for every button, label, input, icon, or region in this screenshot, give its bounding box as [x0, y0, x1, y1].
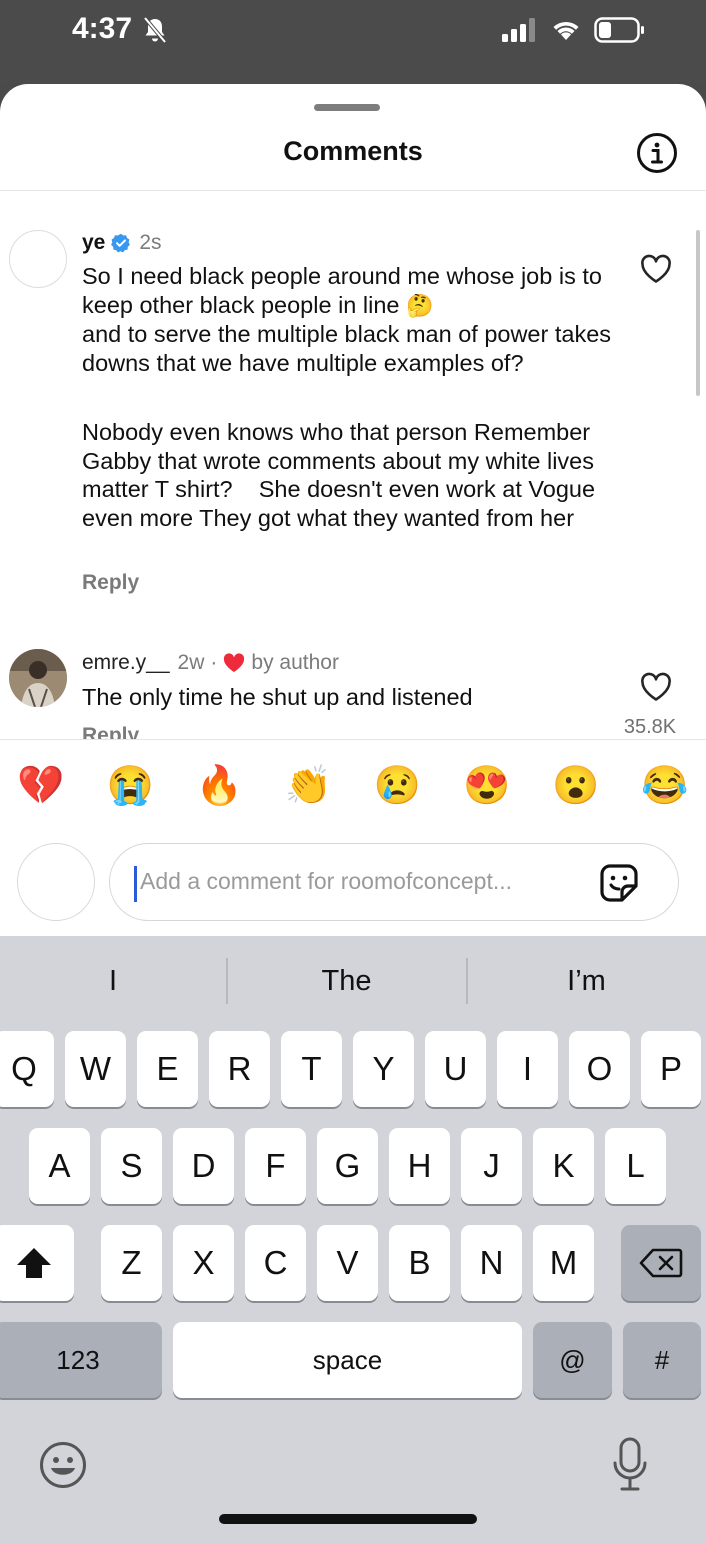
- comment-text-part: and to serve the multiple black man of p…: [82, 321, 612, 377]
- heart-icon[interactable]: [640, 254, 672, 284]
- key-t[interactable]: T: [281, 1031, 342, 1107]
- key-b[interactable]: B: [389, 1225, 450, 1301]
- quick-reactions: 💔 😭 🔥 👏 😢 😍 😮 😂: [0, 764, 706, 808]
- thinking-emoji-icon: 🤔: [406, 292, 434, 318]
- key-i[interactable]: I: [497, 1031, 558, 1107]
- header-divider: [0, 190, 706, 191]
- info-icon[interactable]: [636, 132, 678, 174]
- comment-username[interactable]: ye: [82, 231, 105, 255]
- key-p[interactable]: P: [641, 1031, 701, 1107]
- key-k[interactable]: K: [533, 1128, 594, 1204]
- status-time: 4:37: [72, 12, 133, 45]
- key-v[interactable]: V: [317, 1225, 378, 1301]
- surprised-face-reaction[interactable]: 😮: [551, 764, 601, 808]
- comments-sheet: Comments ye 2s So I need black people ar…: [0, 84, 706, 936]
- separator-dot: ·: [210, 651, 218, 674]
- key-m[interactable]: M: [533, 1225, 594, 1301]
- home-indicator[interactable]: [219, 1514, 477, 1524]
- key-l[interactable]: L: [605, 1128, 666, 1204]
- prediction-suggestion[interactable]: The: [227, 936, 466, 1026]
- key-q[interactable]: Q: [0, 1031, 54, 1107]
- delete-icon: [639, 1248, 683, 1278]
- crying-face-reaction[interactable]: 😭: [105, 764, 155, 808]
- battery-icon: [594, 17, 644, 43]
- key-c[interactable]: C: [245, 1225, 306, 1301]
- avatar[interactable]: [9, 649, 67, 707]
- comment-input[interactable]: Add a comment for roomofconcept...: [109, 843, 679, 921]
- clapping-reaction[interactable]: 👏: [283, 764, 333, 808]
- delete-key[interactable]: [621, 1225, 701, 1301]
- key-u[interactable]: U: [425, 1031, 486, 1107]
- key-y[interactable]: Y: [353, 1031, 414, 1107]
- reactions-divider: [0, 739, 706, 740]
- comment-header: emre.y__ 2w · by author: [82, 651, 339, 675]
- key-j[interactable]: J: [461, 1128, 522, 1204]
- key-r[interactable]: R: [209, 1031, 270, 1107]
- sticker-icon[interactable]: [596, 860, 642, 906]
- shift-key[interactable]: [0, 1225, 74, 1301]
- signal-icon: [502, 18, 535, 42]
- comment-text: So I need black people around me whose j…: [82, 262, 622, 378]
- sad-face-reaction[interactable]: 😢: [373, 764, 423, 808]
- emoji-icon[interactable]: [38, 1440, 88, 1490]
- shift-icon: [17, 1248, 51, 1278]
- comment-username[interactable]: emre.y__: [82, 651, 170, 675]
- avatar-photo: [9, 649, 67, 707]
- fire-reaction[interactable]: 🔥: [194, 764, 244, 808]
- scrollbar[interactable]: [696, 230, 700, 396]
- comment-text-paragraph: Nobody even knows who that person Rememb…: [82, 419, 602, 532]
- key-s[interactable]: S: [101, 1128, 162, 1204]
- key-f[interactable]: F: [245, 1128, 306, 1204]
- status-bar: 4:37: [0, 0, 706, 84]
- key-x[interactable]: X: [173, 1225, 234, 1301]
- key-w[interactable]: W: [65, 1031, 126, 1107]
- my-avatar: [17, 843, 95, 921]
- heart-eyes-reaction[interactable]: 😍: [462, 764, 512, 808]
- keyboard: I The I’m Q W E R T Y U I O P A S D F G …: [0, 936, 706, 1544]
- comment-text: The only time he shut up and listened: [82, 684, 473, 710]
- numbers-key[interactable]: 123: [0, 1322, 162, 1398]
- microphone-icon[interactable]: [610, 1436, 650, 1494]
- verified-icon: [111, 233, 131, 253]
- heart-icon[interactable]: [640, 672, 672, 702]
- prediction-suggestion[interactable]: I: [0, 936, 226, 1026]
- wifi-icon: [553, 21, 579, 40]
- key-h[interactable]: H: [389, 1128, 450, 1204]
- at-key[interactable]: @: [533, 1322, 612, 1398]
- prediction-suggestion[interactable]: I’m: [467, 936, 706, 1026]
- sheet-title: Comments: [283, 136, 423, 166]
- by-author-label: by author: [251, 651, 339, 674]
- broken-heart-reaction[interactable]: 💔: [16, 764, 66, 808]
- sheet-grabber[interactable]: [314, 104, 380, 111]
- comment-time: 2w: [177, 651, 205, 674]
- comment-time: 2s: [139, 231, 162, 254]
- like-count: 35.8K: [623, 716, 677, 738]
- hash-key[interactable]: #: [623, 1322, 701, 1398]
- comment-header: ye 2s: [82, 231, 162, 255]
- key-e[interactable]: E: [137, 1031, 198, 1107]
- reply-button[interactable]: Reply: [82, 571, 139, 595]
- key-z[interactable]: Z: [101, 1225, 162, 1301]
- key-d[interactable]: D: [173, 1128, 234, 1204]
- comment-text-part: So I need black people around me whose j…: [82, 263, 602, 318]
- heart-filled-icon: [224, 653, 245, 672]
- bell-slash-icon: [143, 16, 167, 44]
- avatar[interactable]: [9, 230, 67, 288]
- key-o[interactable]: O: [569, 1031, 630, 1107]
- text-cursor: [134, 866, 137, 902]
- space-key[interactable]: space: [173, 1322, 522, 1398]
- key-n[interactable]: N: [461, 1225, 522, 1301]
- key-a[interactable]: A: [29, 1128, 90, 1204]
- laughing-face-reaction[interactable]: 😂: [640, 764, 690, 808]
- reply-button[interactable]: Reply: [82, 724, 139, 740]
- key-g[interactable]: G: [317, 1128, 378, 1204]
- comment-input-placeholder: Add a comment for roomofconcept...: [140, 868, 513, 894]
